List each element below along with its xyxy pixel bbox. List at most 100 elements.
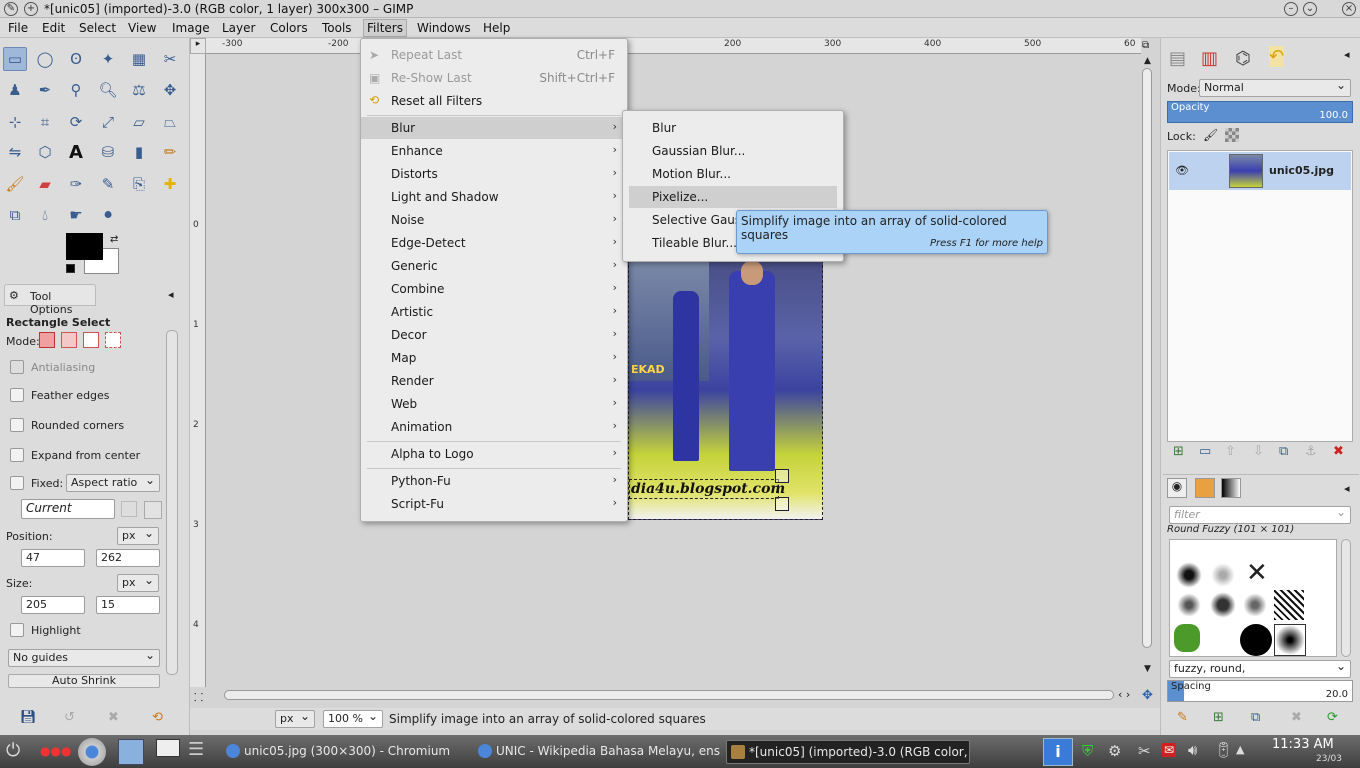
current-field[interactable]: Current [21, 499, 115, 519]
info-icon[interactable]: i [1043, 738, 1073, 766]
size-h-field[interactable]: 15 [96, 596, 160, 614]
brush-swatch[interactable] [1174, 560, 1204, 590]
select-by-color-icon[interactable]: ▦ [127, 47, 151, 71]
submenu-item-pixelize[interactable]: Pixelize... [629, 186, 837, 208]
heal-icon[interactable]: ✚ [158, 172, 182, 196]
menu-view[interactable]: View [128, 21, 156, 35]
show-desktop-icon[interactable] [156, 739, 180, 757]
task-gimp[interactable]: *[unic05] (imported)-3.0 (RGB color, 1 [726, 740, 970, 764]
mode-intersect-icon[interactable] [105, 332, 121, 348]
menu-item-distorts[interactable]: Distorts › [361, 163, 627, 185]
save-options-icon[interactable]: 💾︎ [20, 710, 37, 725]
ruler-corner[interactable]: ▸ [190, 38, 206, 54]
align-icon[interactable]: ⊹ [3, 110, 27, 134]
layer-mode-combo[interactable]: Normal [1199, 78, 1351, 97]
eraser-icon[interactable]: ▰ [33, 172, 57, 196]
expand-checkbox[interactable] [10, 448, 24, 462]
rounded-checkbox[interactable] [10, 418, 24, 432]
highlight-checkbox[interactable] [10, 623, 24, 637]
move-icon[interactable]: ✥ [158, 78, 182, 102]
visibility-icon[interactable]: 👁︎ [1175, 164, 1189, 177]
blur-sharpen-icon[interactable]: 💧︎ [33, 203, 57, 227]
mode-subtract-icon[interactable] [83, 332, 99, 348]
network-icon[interactable]: ⚙ [1108, 742, 1121, 760]
edit-brush-icon[interactable]: ✎ [1177, 710, 1188, 725]
scroll-left-right-icon[interactable]: ‹ › [1118, 688, 1130, 701]
gradients-tab-icon[interactable] [1221, 478, 1241, 498]
battery-icon[interactable]: 🔋︎ [1214, 741, 1233, 759]
guides-combo[interactable]: No guides [8, 648, 160, 667]
zoom-icon[interactable]: 🔍︎ [96, 78, 120, 102]
menu-item-python-fu[interactable]: Python-Fu › [361, 470, 627, 492]
delete-options-icon[interactable]: ✖ [108, 710, 119, 725]
maximize-icon[interactable]: ⌄ [1303, 2, 1317, 16]
minimize-icon[interactable]: – [1284, 2, 1298, 16]
menu-item-light-shadow[interactable]: Light and Shadow › [361, 186, 627, 208]
brush-grid[interactable]: ✕ [1169, 539, 1337, 657]
bucket-fill-icon[interactable]: ⛁ [96, 140, 120, 164]
restore-options-icon[interactable]: ↺ [64, 710, 75, 725]
ellipse-select-icon[interactable]: ◯ [33, 47, 57, 71]
reset-options-icon[interactable]: ⟲ [152, 710, 163, 725]
new-layer-icon[interactable]: ⊞ [1173, 444, 1184, 459]
zoom-combo[interactable]: 100 % [323, 709, 383, 728]
menu-select[interactable]: Select [79, 21, 116, 35]
text-icon[interactable]: A [64, 140, 88, 164]
submenu-item-motion-blur[interactable]: Motion Blur... [623, 163, 843, 185]
position-unit-combo[interactable]: px [117, 526, 159, 545]
duplicate-layer-icon[interactable]: ⧉ [1279, 444, 1288, 459]
menu-item-reset-filters[interactable]: ⟲ Reset all Filters [361, 90, 627, 112]
fixed-combo[interactable]: Aspect ratio [66, 473, 160, 492]
dock-menu-icon[interactable]: ◂ [168, 288, 174, 301]
paths-icon[interactable]: ✒ [33, 78, 57, 102]
shear-icon[interactable]: ▱ [127, 110, 151, 134]
perspective-icon[interactable]: ⏢ [158, 110, 182, 134]
brushes-tab-icon[interactable]: ◉ [1167, 478, 1187, 498]
menu-help[interactable]: Help [483, 21, 510, 35]
delete-layer-icon[interactable]: ✖ [1333, 444, 1344, 459]
feather-checkbox[interactable] [10, 388, 24, 402]
measure-icon[interactable]: ⚖ [127, 78, 151, 102]
orientation-icon[interactable] [144, 501, 162, 519]
menu-item-blur[interactable]: Blur › [361, 117, 627, 139]
paths-tab-icon[interactable]: ⌬ [1235, 48, 1251, 69]
dock-menu-icon[interactable]: ◂ [1344, 482, 1350, 495]
selection-handle[interactable] [775, 497, 789, 511]
brush-scrollbar[interactable] [1341, 539, 1351, 657]
default-colors-icon[interactable] [66, 264, 75, 273]
menu-item-noise[interactable]: Noise › [361, 209, 627, 231]
menu-item-combine[interactable]: Combine › [361, 278, 627, 300]
position-y-field[interactable]: 262 [96, 549, 160, 567]
refresh-brushes-icon[interactable]: ⟳ [1327, 710, 1338, 725]
tab-tool-options[interactable]: ⚙ Tool Options [4, 284, 96, 316]
new-group-icon[interactable]: ▭ [1199, 444, 1211, 459]
menu-item-map[interactable]: Map › [361, 347, 627, 369]
menu-item-script-fu[interactable]: Script-Fu › [361, 493, 627, 515]
file-manager-icon[interactable] [118, 739, 144, 765]
menu-item-reshow-last[interactable]: ▣ Re-Show Last Shift+Ctrl+F [361, 67, 627, 89]
quick-mask-icon[interactable]: ⸬ [194, 690, 203, 705]
menu-item-repeat-last[interactable]: ➤ Repeat Last Ctrl+F [361, 44, 627, 66]
spacing-slider[interactable]: Spacing 20.0 [1167, 680, 1353, 702]
menu-item-artistic[interactable]: Artistic › [361, 301, 627, 323]
lock-pixels-icon[interactable]: 🖌︎ [1203, 128, 1218, 142]
menu-image[interactable]: Image [172, 21, 210, 35]
fuzzy-select-icon[interactable]: ✦ [96, 47, 120, 71]
foreground-color-swatch[interactable] [66, 233, 103, 260]
cage-icon[interactable]: ⬡ [33, 140, 57, 164]
menu-edit[interactable]: Edit [42, 21, 65, 35]
unit-combo[interactable]: px [275, 709, 315, 728]
task-chromium[interactable]: unic05.jpg (300×300) - Chromium [222, 740, 468, 764]
brush-swatch[interactable] [1174, 624, 1200, 652]
brush-swatch-selected[interactable] [1274, 624, 1306, 656]
perspective-clone-icon[interactable]: ⧉ [3, 203, 27, 227]
menu-item-render[interactable]: Render › [361, 370, 627, 392]
rotate-icon[interactable]: ⟳ [64, 110, 88, 134]
color-picker-icon[interactable]: ⚲ [64, 78, 88, 102]
volume-icon[interactable]: 🔊︎ [1188, 741, 1197, 759]
tool-options-scrollbar[interactable] [166, 330, 178, 675]
menu-colors[interactable]: Colors [270, 21, 308, 35]
selection-handle[interactable] [775, 469, 789, 483]
brush-swatch[interactable] [1208, 590, 1238, 620]
horizontal-scrollbar[interactable] [224, 690, 1114, 700]
